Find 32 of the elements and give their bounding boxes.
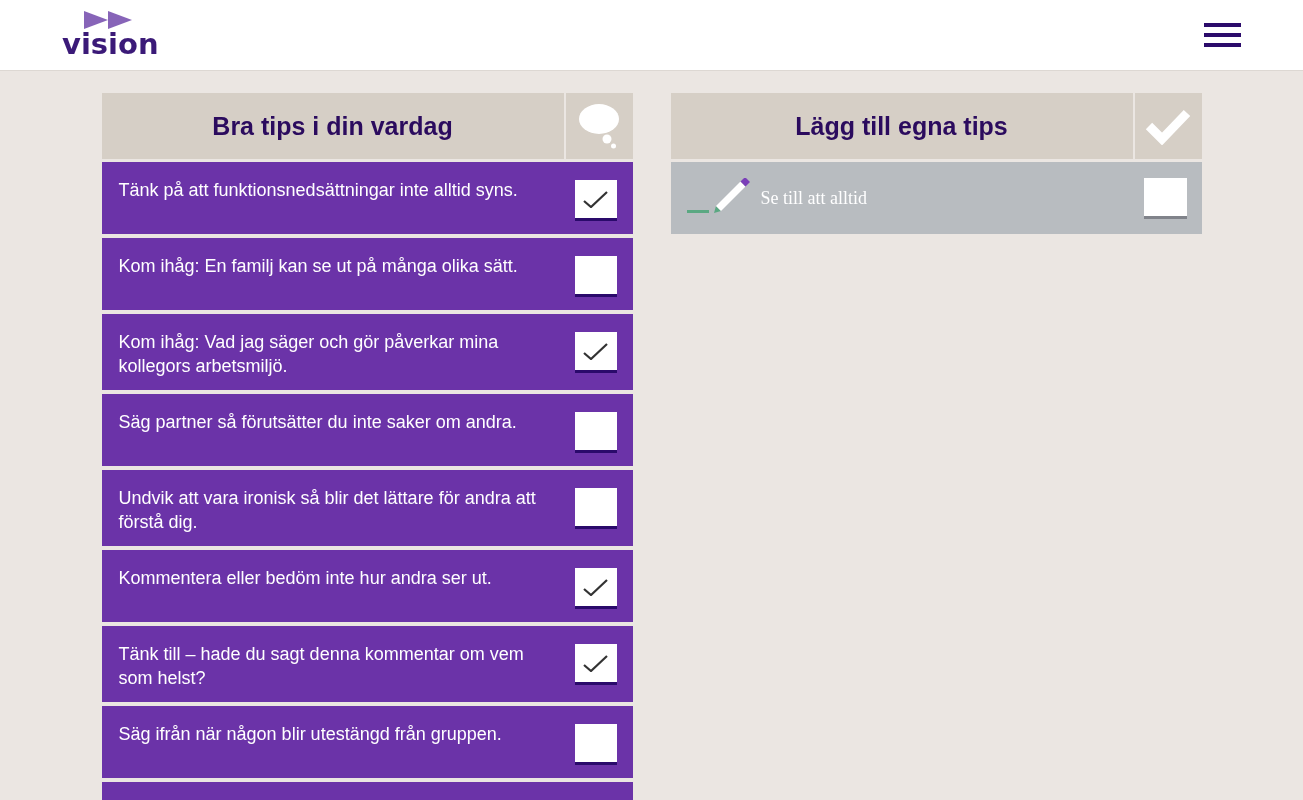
tip-checkbox[interactable] <box>574 412 617 453</box>
tip-checkbox[interactable] <box>574 256 617 297</box>
tip-text: Kom ihåg: Vad jag säger och gör påverkar mina kollegors arbetsmiljö. <box>118 331 500 378</box>
tip-text: Säg partner så förutsätter du inte saker om andra. <box>118 411 518 434</box>
tip-checkbox[interactable] <box>574 180 617 221</box>
tip-text: Undvik att vara ironisk så blir det lättare för andra att förstå dig. <box>118 487 537 534</box>
thought-bubble-icon <box>579 104 619 149</box>
check-icon <box>583 654 608 672</box>
menu-icon <box>1204 23 1241 47</box>
pencil-icon <box>686 178 751 214</box>
tip-input-field[interactable]: Se till att alltid <box>760 182 1132 214</box>
panel-title: Bra tips i din vardag <box>101 93 564 159</box>
tip-checkbox[interactable] <box>1143 177 1187 219</box>
tip-checkbox[interactable] <box>574 488 617 529</box>
tip-text: Kom ihåg: En familj kan se ut på många olika sätt. <box>118 255 519 278</box>
check-icon <box>583 342 608 360</box>
logo-text: vision <box>62 30 159 59</box>
tip-text: Tänk på att funktionsnedsättningar inte alltid syns. <box>118 179 519 202</box>
tip-checkbox[interactable] <box>574 644 617 685</box>
tip-text: Tänk till – hade du sagt denna kommentar om vem som helst? <box>118 643 525 690</box>
tip-text: Kommentera eller bedöm inte hur andra ser ut. <box>118 567 493 590</box>
tip-checkbox[interactable] <box>574 332 617 373</box>
check-icon <box>1145 107 1191 145</box>
tip-checkbox[interactable] <box>574 568 617 609</box>
logo-triangles-icon <box>84 11 132 29</box>
check-icon <box>583 578 608 596</box>
panel-title: Lägg till egna tips <box>670 93 1133 159</box>
menu-button[interactable] <box>1204 23 1241 47</box>
tip-checkbox[interactable] <box>574 724 617 765</box>
new-tip-field[interactable]: Se till att alltid <box>670 162 1202 234</box>
check-icon <box>583 190 608 208</box>
tip-text: Säg ifrån när någon blir utestängd från gruppen. <box>118 723 503 746</box>
